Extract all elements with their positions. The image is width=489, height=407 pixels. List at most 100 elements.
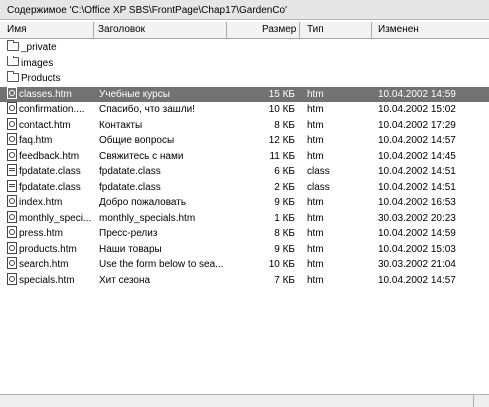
file-name-cell: press.htm [7, 226, 93, 242]
file-size: 11 КБ [269, 150, 295, 162]
web-page-icon [7, 86, 17, 99]
file-size: 15 КБ [268, 88, 295, 100]
file-name: fpdatate.class [19, 181, 81, 193]
folder-icon [7, 40, 19, 51]
file-size: 12 КБ [268, 135, 295, 146]
file-title: Спасибо, что зашли! [99, 104, 196, 115]
folder-icon [7, 71, 19, 82]
file-title: Пресс-релиз [99, 228, 158, 239]
file-row[interactable]: faq.htm Общие вопросы 12 КБ htm 10.04.2002 1… [0, 133, 489, 149]
file-name-cell: monthly_speci... [7, 210, 93, 227]
file-type: htm [307, 243, 324, 255]
file-row[interactable]: fpdatate.class fpdatate.class 6 КБ class 10.… [0, 164, 489, 180]
file-type: htm [307, 228, 324, 239]
file-type: htm [307, 150, 324, 162]
file-modified: 10.04.2002 14:57 [378, 274, 456, 286]
file-name: fpdatate.class [19, 166, 81, 177]
file-name: specials.htm [19, 274, 75, 286]
file-size: 10 КБ [268, 104, 295, 115]
file-title: Хит сезона [99, 274, 151, 286]
file-name: feedback.htm [19, 150, 80, 162]
file-name: press.htm [19, 228, 63, 239]
file-name-cell: search.htm [7, 257, 93, 273]
file-row[interactable]: fpdatate.class fpdatate.class 2 КБ class 10.… [0, 179, 489, 196]
file-modified: 10.04.2002 14:57 [378, 135, 456, 146]
file-title: Use the form below to sea... [99, 259, 224, 270]
class-file-icon [7, 164, 17, 177]
file-row[interactable]: specials.htm Хит сезона 7 КБ htm 10.04.2002 … [0, 272, 489, 289]
status-bar-pane [0, 395, 474, 407]
file-title: fpdatate.class [99, 181, 161, 193]
file-row[interactable]: products.htm Наши товары 9 КБ htm 10.04.2002… [0, 241, 489, 258]
web-page-icon [7, 272, 17, 285]
file-type: htm [307, 88, 324, 100]
file-title: Наши товары [99, 243, 162, 255]
file-name-cell: fpdatate.class [7, 179, 93, 196]
file-name-cell: contact.htm [7, 117, 93, 134]
file-title: fpdatate.class [99, 166, 161, 177]
file-name: _private [21, 42, 57, 53]
column-header-type[interactable]: Тип [300, 22, 372, 39]
file-type: htm [307, 212, 324, 224]
column-header-size[interactable]: Размер [227, 22, 300, 39]
file-row[interactable]: index.htm Добро пожаловать 9 КБ htm 10.04.20… [0, 195, 489, 211]
folder-row[interactable]: images [0, 55, 489, 72]
file-modified: 10.04.2002 17:29 [378, 119, 456, 131]
file-name: index.htm [19, 197, 63, 208]
file-name: monthly_speci... [19, 212, 92, 224]
file-name: classes.htm [19, 88, 72, 100]
file-type: htm [307, 104, 324, 115]
file-name: contact.htm [19, 119, 71, 131]
file-row[interactable]: contact.htm Контакты 8 КБ htm 10.04.2002 17:… [0, 117, 489, 134]
column-header-name[interactable]: Имя [0, 22, 94, 39]
status-bar [0, 394, 489, 407]
folder-row[interactable]: _private [0, 40, 489, 56]
file-name-cell: confirmation.... [7, 102, 93, 118]
folder-icon [7, 55, 19, 67]
file-name-cell: faq.htm [7, 133, 93, 149]
file-title: Учебные курсы [99, 88, 170, 100]
file-row[interactable]: monthly_speci... monthly_specials.htm 1 КБ… [0, 210, 489, 227]
file-name-cell: classes.htm [7, 86, 93, 103]
file-type: htm [307, 197, 324, 208]
file-name: confirmation.... [19, 104, 85, 115]
file-row[interactable]: search.htm Use the form below to sea... 10… [0, 257, 489, 273]
file-row[interactable]: press.htm Пресс-релиз 8 КБ htm 10.04.2002 14… [0, 226, 489, 242]
file-name-cell: index.htm [7, 195, 93, 211]
file-title: Добро пожаловать [99, 197, 187, 208]
file-name: Products [21, 73, 61, 84]
file-size: 7 КБ [274, 274, 295, 286]
file-modified: 10.04.2002 14:51 [378, 166, 456, 177]
file-title: Свяжитесь с нами [99, 150, 184, 162]
file-modified: 10.04.2002 16:53 [378, 197, 456, 208]
file-name-cell: images [7, 55, 93, 72]
web-page-icon [7, 226, 17, 239]
column-header-title[interactable]: Заголовок [94, 22, 227, 39]
file-row[interactable]: confirmation.... Спасибо, что зашли! 10 КБ… [0, 102, 489, 118]
file-size: 2 КБ [274, 181, 295, 193]
file-title: Общие вопросы [99, 135, 175, 146]
file-title: Контакты [99, 119, 143, 131]
file-type: htm [307, 135, 324, 146]
folder-row[interactable]: Products [0, 71, 489, 87]
file-modified: 30.03.2002 21:04 [378, 259, 456, 270]
file-name-cell: Products [7, 71, 93, 87]
file-row[interactable]: feedback.htm Свяжитесь с нами 11 КБ htm 10.0… [0, 148, 489, 165]
file-modified: 10.04.2002 14:59 [378, 228, 456, 239]
file-size: 10 КБ [268, 259, 295, 270]
file-modified: 10.04.2002 14:51 [378, 181, 456, 193]
file-name-cell: _private [7, 40, 93, 56]
column-header-bar: Имя Заголовок Размер Тип Изменен [0, 21, 489, 39]
file-size: 1 КБ [274, 212, 295, 224]
file-row[interactable]: classes.htm Учебные курсы 15 КБ htm 10.04.20… [0, 86, 489, 103]
column-header-modified[interactable]: Изменен [372, 22, 489, 39]
web-page-icon [7, 210, 17, 223]
file-name-cell: products.htm [7, 241, 93, 258]
file-name: faq.htm [19, 135, 53, 146]
file-size: 6 КБ [274, 166, 295, 177]
file-size: 9 КБ [274, 243, 295, 255]
file-type: class [307, 181, 330, 193]
web-page-icon [7, 117, 17, 130]
file-modified: 10.04.2002 14:59 [378, 88, 456, 100]
web-page-icon [7, 257, 17, 270]
